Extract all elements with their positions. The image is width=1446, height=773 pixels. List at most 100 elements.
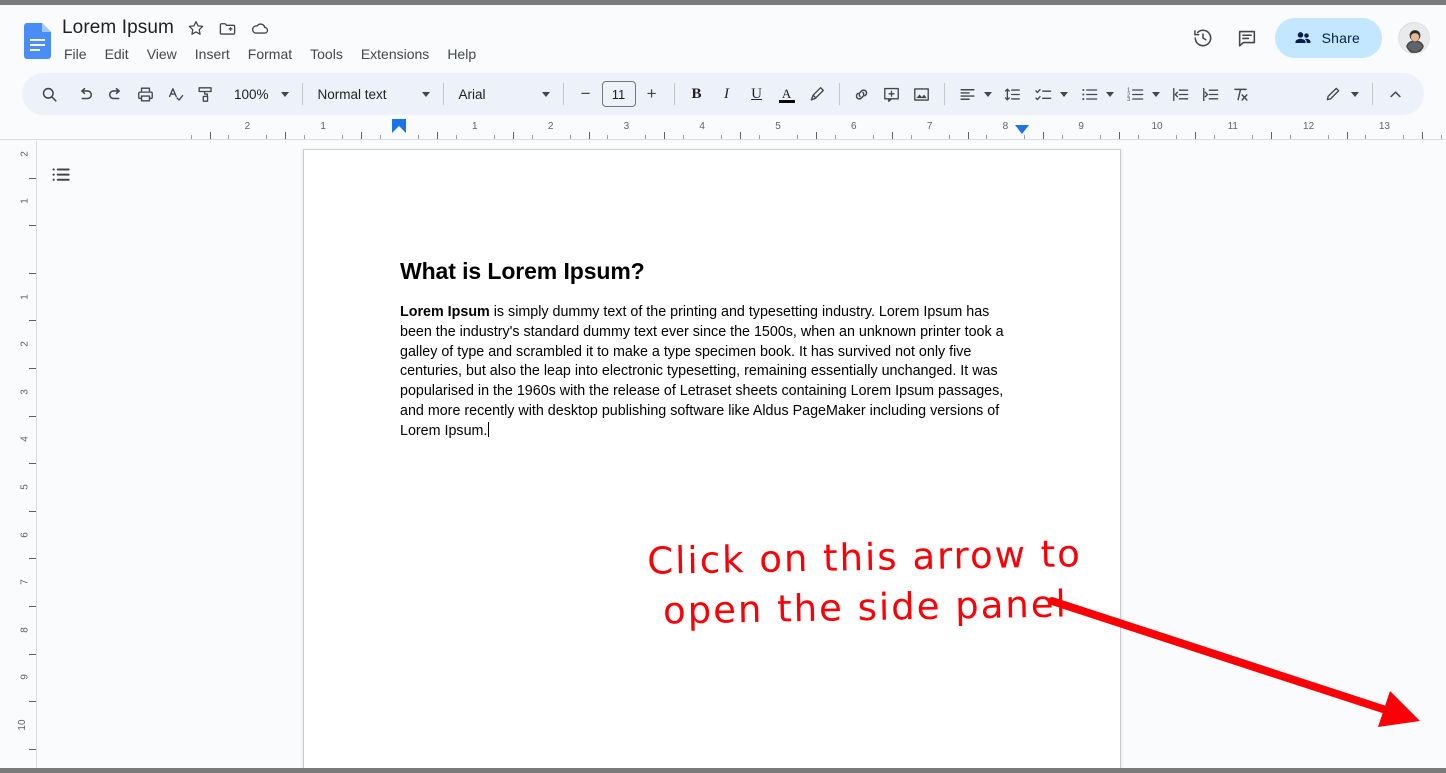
- ruler-tick: [569, 135, 571, 139]
- search-icon[interactable]: [34, 79, 64, 109]
- decrease-indent-icon[interactable]: [1166, 79, 1196, 109]
- menu-file[interactable]: File: [63, 44, 96, 64]
- star-icon[interactable]: [186, 18, 206, 38]
- move-to-folder-icon[interactable]: [218, 18, 238, 38]
- add-comment-icon[interactable]: [877, 79, 907, 109]
- ruler-tick: [266, 135, 268, 139]
- menu-insert[interactable]: Insert: [186, 44, 239, 64]
- ruler-tick: [531, 135, 533, 139]
- vruler-tick: [29, 653, 36, 655]
- plus-icon: +: [646, 84, 657, 103]
- numbered-list-dropdown[interactable]: 1 2 3: [1120, 80, 1166, 108]
- right-indent-marker[interactable]: [1015, 125, 1029, 134]
- font-size-input[interactable]: [601, 81, 636, 107]
- text-align-dropdown[interactable]: [952, 80, 998, 108]
- document-paragraph: Lorem Ipsum is simply dummy text of the …: [400, 303, 1024, 442]
- toolbar-divider: [1372, 83, 1373, 105]
- ruler-number: 3: [623, 121, 630, 132]
- decrease-font-size-button[interactable]: −: [571, 79, 601, 109]
- document-canvas: What is Lorem Ipsum? Lorem Ipsum is simp…: [37, 141, 1446, 768]
- editing-mode-dropdown[interactable]: [1318, 80, 1365, 108]
- account-avatar[interactable]: [1398, 22, 1430, 54]
- vruler-tick: [29, 177, 36, 179]
- clear-formatting-icon[interactable]: [1226, 79, 1256, 109]
- ruler-tick: [645, 135, 647, 139]
- ruler-number: 10: [1151, 121, 1163, 132]
- increase-font-size-button[interactable]: +: [637, 79, 667, 109]
- vertical-ruler[interactable]: 211234567891011: [15, 141, 37, 768]
- text-color-button[interactable]: A: [772, 79, 802, 109]
- ruler-number: 7: [926, 121, 933, 132]
- paragraph-style-dropdown[interactable]: Normal text: [310, 80, 436, 108]
- version-history-icon[interactable]: [1183, 18, 1223, 58]
- left-indent-marker[interactable]: [392, 119, 406, 133]
- menu-tools[interactable]: Tools: [301, 44, 352, 64]
- ruler-tick: [1327, 135, 1329, 139]
- ruler-number: 2: [244, 121, 251, 132]
- ruler-tick: [1175, 135, 1177, 139]
- font-size-stepper: − +: [571, 79, 667, 109]
- bulleted-list-dropdown[interactable]: [1074, 80, 1120, 108]
- undo-icon[interactable]: [70, 79, 100, 109]
- document-title[interactable]: Lorem Ipsum: [62, 17, 174, 39]
- font-family-dropdown[interactable]: Arial: [451, 80, 556, 108]
- vruler-number: 11: [17, 767, 28, 768]
- ruler-tick: [740, 132, 742, 139]
- insert-link-icon[interactable]: [847, 79, 877, 109]
- docs-file-icon: [24, 23, 51, 59]
- vruler-tick: [29, 606, 36, 607]
- ruler-tick: [1024, 135, 1026, 139]
- redo-icon[interactable]: [100, 79, 130, 109]
- highlight-color-icon[interactable]: [802, 79, 832, 109]
- document-outline-icon[interactable]: [43, 157, 79, 193]
- toolbar-divider: [442, 83, 444, 105]
- people-share-icon: [1293, 28, 1313, 48]
- share-button[interactable]: Share: [1274, 18, 1382, 58]
- ruler-tick: [910, 135, 912, 139]
- collapse-toolbar-button[interactable]: [1380, 79, 1410, 109]
- vruler-tick: [29, 510, 36, 512]
- font-family-value: Arial: [458, 86, 486, 102]
- align-left-icon: [958, 85, 977, 104]
- print-icon[interactable]: [130, 79, 160, 109]
- vruler-number: 4: [19, 436, 31, 443]
- document-page[interactable]: What is Lorem Ipsum? Lorem Ipsum is simp…: [303, 149, 1121, 768]
- svg-text:3: 3: [1127, 97, 1130, 103]
- horizontal-ruler[interactable]: 2 1 1 2 3 4 5 6 7 8 9 10 11 12 13: [0, 118, 1446, 140]
- ruler-tick: [1138, 135, 1140, 139]
- underline-button[interactable]: U: [742, 79, 772, 109]
- paint-format-icon[interactable]: [190, 79, 220, 109]
- toolbar-divider: [301, 83, 303, 105]
- line-spacing-icon[interactable]: [998, 79, 1028, 109]
- zoom-level-dropdown[interactable]: 100%: [228, 80, 295, 108]
- menu-help[interactable]: Help: [438, 44, 485, 64]
- italic-button[interactable]: I: [712, 79, 742, 109]
- ruler-number: 1: [472, 121, 478, 132]
- cloud-saved-icon[interactable]: [250, 18, 270, 38]
- increase-indent-icon[interactable]: [1196, 79, 1226, 109]
- ruler-tick: [986, 135, 988, 139]
- ruler-tick: [209, 132, 211, 139]
- ruler-tick: [759, 135, 761, 139]
- menu-format[interactable]: Format: [239, 44, 301, 64]
- vruler-number: 8: [19, 627, 31, 633]
- ruler-tick: [967, 132, 969, 139]
- bold-button[interactable]: B: [682, 79, 712, 109]
- spellcheck-icon[interactable]: [160, 79, 190, 109]
- menu-bar: File Edit View Insert Format Tools Exten…: [63, 44, 485, 64]
- comment-history-icon[interactable]: [1227, 18, 1267, 58]
- vruler-number: 9: [19, 674, 31, 681]
- ruler-number: 9: [1078, 121, 1084, 132]
- ruler-number: 8: [1002, 121, 1009, 132]
- ruler-tick: [1441, 135, 1443, 139]
- paragraph-text: is simply dummy text of the printing and…: [400, 304, 1004, 439]
- insert-image-icon[interactable]: [907, 79, 937, 109]
- checklist-dropdown[interactable]: [1028, 80, 1074, 108]
- menu-extensions[interactable]: Extensions: [352, 44, 438, 64]
- chevron-down-icon: [1351, 91, 1359, 97]
- title-bar: Lorem Ipsum File Edit View Insert Format…: [0, 5, 1446, 67]
- ruler-number: 13: [1378, 121, 1390, 132]
- menu-view[interactable]: View: [138, 44, 186, 64]
- menu-edit[interactable]: Edit: [96, 44, 138, 64]
- ruler-tick: [1213, 135, 1215, 139]
